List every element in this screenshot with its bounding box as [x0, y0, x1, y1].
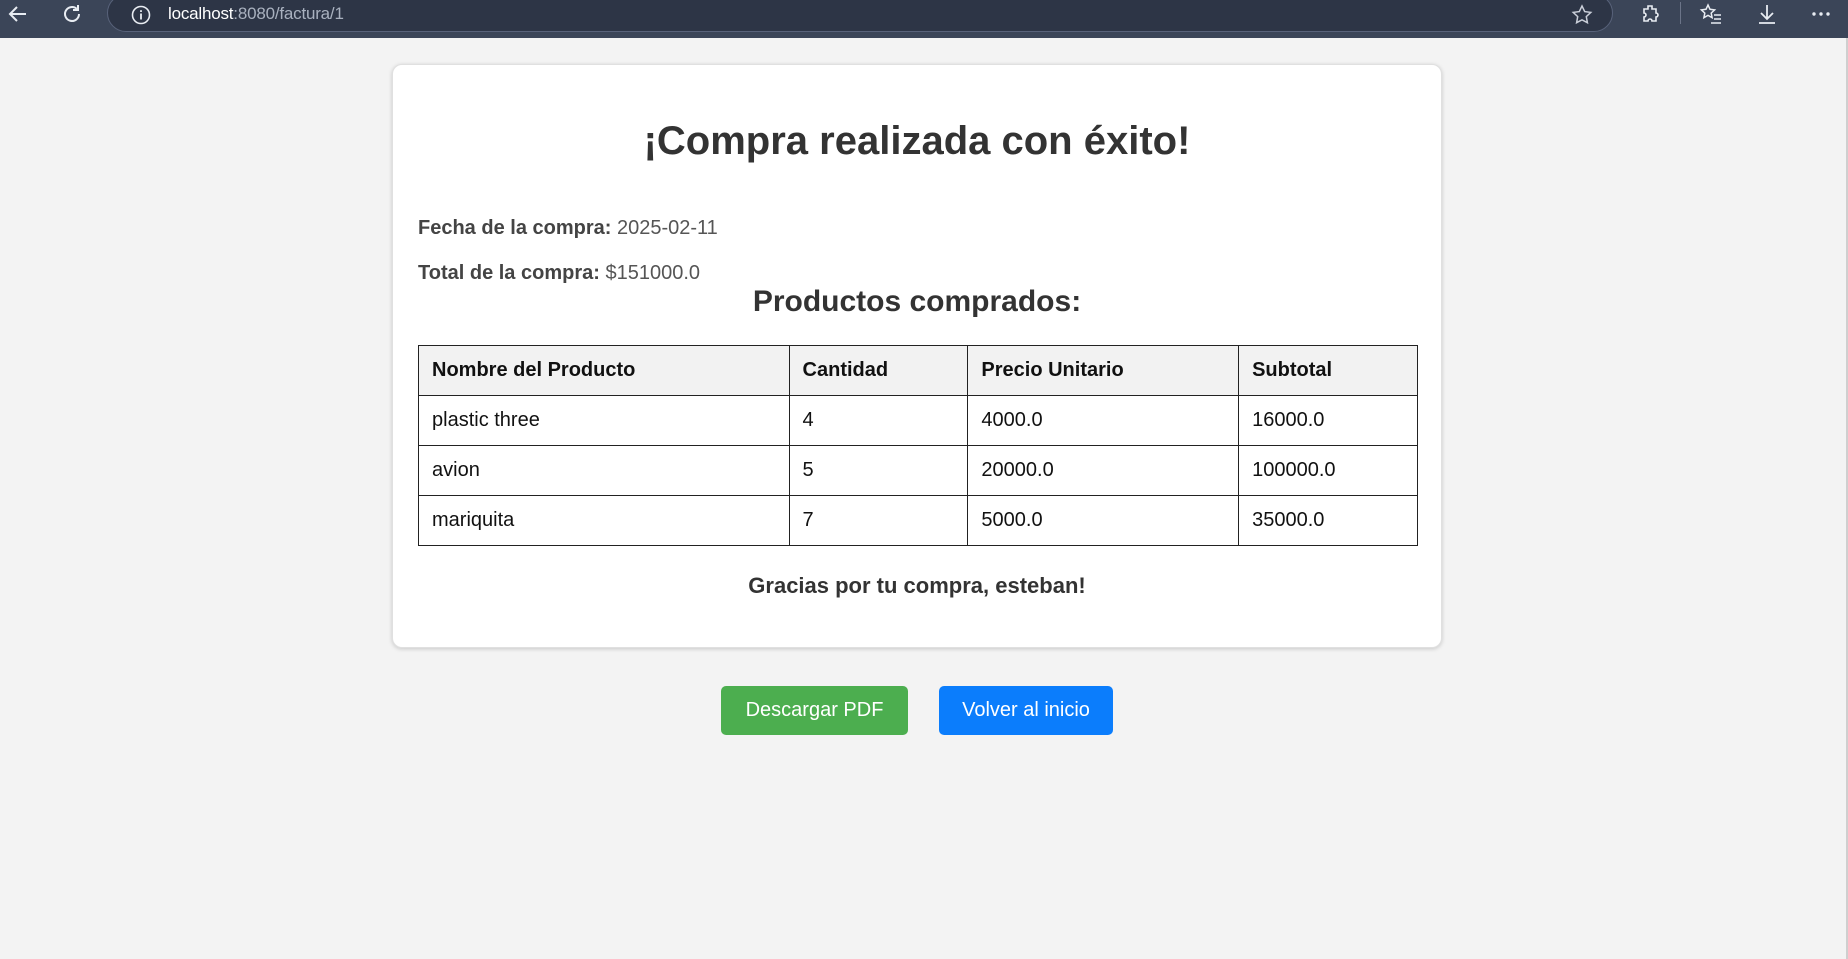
browser-toolbar: localhost:8080/factura/1	[0, 0, 1848, 38]
cell-subtotal: 35000.0	[1238, 495, 1418, 546]
more-menu-icon[interactable]	[1806, 1, 1836, 27]
cell-product: plastic three	[418, 395, 790, 446]
cell-unit-price: 4000.0	[967, 395, 1240, 446]
cell-subtotal: 100000.0	[1238, 445, 1418, 496]
invoice-card: ¡Compra realizada con éxito! Fecha de la…	[392, 64, 1442, 648]
purchase-date-value: 2025-02-11	[616, 217, 718, 239]
table-row: mariquita 7 5000.0 35000.0	[418, 495, 1418, 546]
toolbar-divider	[1680, 2, 1681, 24]
back-home-button[interactable]: Volver al inicio	[939, 686, 1113, 735]
cell-product: avion	[418, 445, 790, 496]
table-row: avion 5 20000.0 100000.0	[418, 445, 1418, 496]
table-row: plastic three 4 4000.0 16000.0	[418, 395, 1418, 446]
table-header-row: Nombre del Producto Cantidad Precio Unit…	[418, 345, 1418, 396]
extensions-icon[interactable]	[1636, 1, 1666, 27]
download-pdf-button[interactable]: Descargar PDF	[721, 686, 908, 735]
back-icon[interactable]	[0, 0, 36, 28]
products-table: Nombre del Producto Cantidad Precio Unit…	[418, 345, 1418, 546]
cell-quantity: 5	[788, 445, 969, 496]
purchase-date: Fecha de la compra: 2025-02-11	[418, 217, 718, 240]
favorite-star-icon[interactable]	[1570, 3, 1594, 27]
cell-unit-price: 5000.0	[967, 495, 1240, 546]
cell-quantity: 7	[788, 495, 969, 546]
cell-product: mariquita	[418, 495, 790, 546]
site-info-icon[interactable]	[130, 4, 152, 26]
cell-quantity: 4	[788, 395, 969, 446]
purchase-total-value: $151000.0	[605, 262, 700, 284]
url-text: localhost:8080/factura/1	[168, 4, 344, 23]
purchase-total-label: Total de la compra:	[418, 262, 600, 284]
page-body: ¡Compra realizada con éxito! Fecha de la…	[0, 38, 1848, 959]
page-title: ¡Compra realizada con éxito!	[643, 119, 1191, 163]
column-header-subtotal: Subtotal	[1238, 345, 1418, 396]
downloads-icon[interactable]	[1752, 1, 1782, 27]
reload-icon[interactable]	[54, 0, 90, 28]
purchase-date-label: Fecha de la compra:	[418, 217, 612, 239]
column-header-quantity: Cantidad	[788, 345, 969, 396]
cell-subtotal: 16000.0	[1238, 395, 1418, 446]
favorites-icon[interactable]	[1696, 1, 1726, 27]
cell-unit-price: 20000.0	[967, 445, 1240, 496]
column-header-product: Nombre del Producto	[418, 345, 790, 396]
address-bar[interactable]: localhost:8080/factura/1	[107, 0, 1613, 32]
purchase-total: Total de la compra: $151000.0	[418, 262, 700, 285]
column-header-unit-price: Precio Unitario	[967, 345, 1240, 396]
thank-you-message: Gracias por tu compra, esteban!	[748, 573, 1086, 598]
products-heading: Productos comprados:	[752, 285, 1082, 318]
